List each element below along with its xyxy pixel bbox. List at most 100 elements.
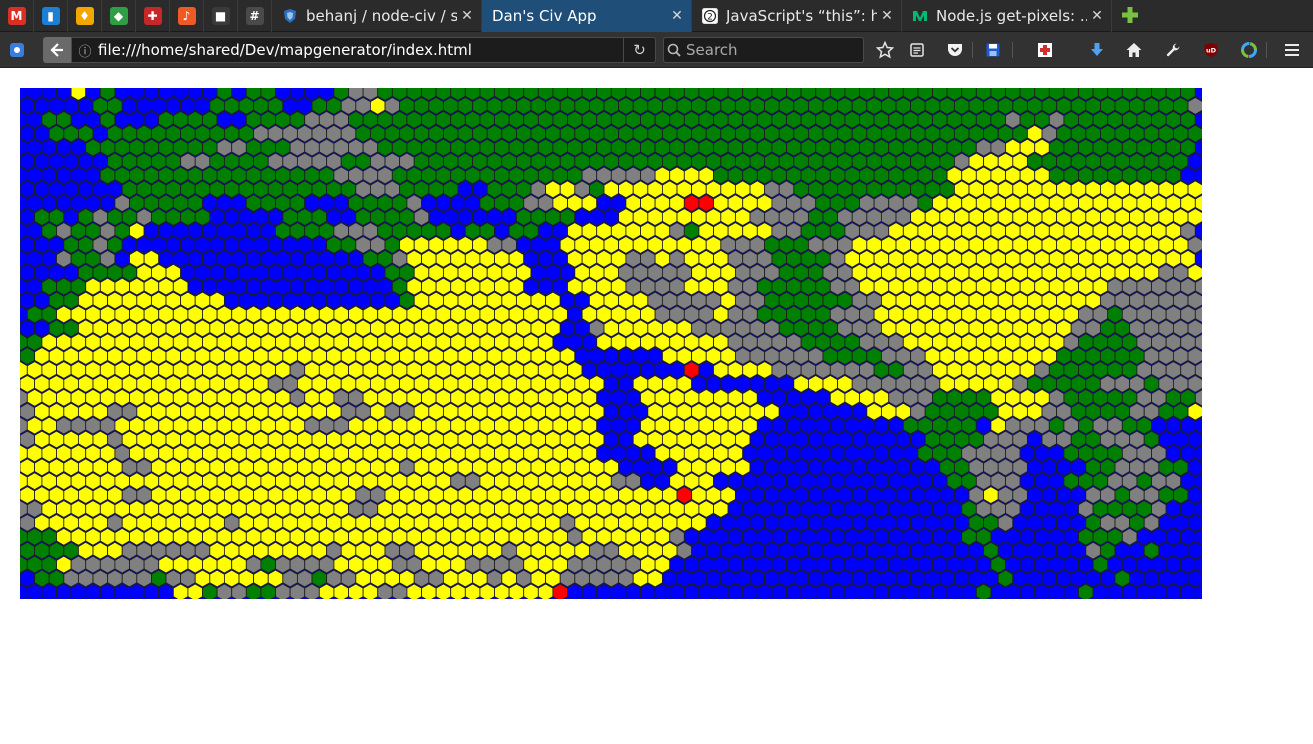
desert-hex[interactable] [282,319,298,338]
grassland-hex[interactable] [1136,472,1152,491]
water-hex[interactable] [618,402,634,421]
desert-hex[interactable] [413,541,430,560]
water-hex[interactable] [735,541,751,560]
desert-hex[interactable] [662,402,678,421]
grassland-hex[interactable] [340,180,357,199]
desert-hex[interactable] [939,319,955,338]
hills-hex[interactable] [501,236,517,254]
hills-hex[interactable] [968,458,984,477]
grassland-hex[interactable] [654,110,671,129]
hills-hex[interactable] [1056,430,1072,449]
grassland-hex[interactable] [1107,500,1123,518]
grassland-hex[interactable] [224,97,240,115]
desert-hex[interactable] [552,555,568,574]
desert-hex[interactable] [610,527,627,546]
grassland-hex[interactable] [983,514,999,532]
grassland-hex[interactable] [275,194,291,213]
desert-hex[interactable] [1151,194,1167,213]
grassland-hex[interactable] [815,194,831,213]
grassland-hex[interactable] [829,138,846,157]
grassland-hex[interactable] [457,124,473,143]
grassland-hex[interactable] [902,416,919,435]
hills-hex[interactable] [1151,388,1167,407]
desert-hex[interactable] [647,486,663,504]
desert-hex[interactable] [530,458,546,477]
water-hex[interactable] [786,500,802,518]
desert-hex[interactable] [654,555,671,574]
city-hex[interactable] [683,361,700,379]
desert-hex[interactable] [472,458,488,477]
grassland-hex[interactable] [501,152,517,171]
grassland-hex[interactable] [450,138,466,157]
grassland-hex[interactable] [443,97,459,115]
water-hex[interactable] [260,277,276,296]
grassland-hex[interactable] [735,124,751,143]
desert-hex[interactable] [501,291,517,310]
desert-hex[interactable] [1012,347,1028,365]
desert-hex[interactable] [457,236,473,254]
hills-hex[interactable] [902,194,919,213]
desert-hex[interactable] [289,472,306,491]
grassland-hex[interactable] [808,208,824,226]
grassland-hex[interactable] [1158,124,1174,143]
tab-close-button[interactable]: ✕ [1087,8,1107,24]
water-hex[interactable] [567,583,583,599]
water-hex[interactable] [1187,152,1202,171]
water-hex[interactable] [209,263,225,282]
desert-hex[interactable] [603,514,619,532]
hills-hex[interactable] [654,277,671,296]
grassland-hex[interactable] [888,166,904,185]
hills-hex[interactable] [282,124,298,143]
desert-hex[interactable] [180,375,196,393]
hills-hex[interactable] [377,583,393,599]
desert-hex[interactable] [486,347,503,365]
desert-hex[interactable] [267,347,284,365]
desert-hex[interactable] [209,541,225,560]
hills-hex[interactable] [1019,416,1036,435]
desert-hex[interactable] [1187,263,1202,282]
grassland-hex[interactable] [370,208,386,226]
hills-hex[interactable] [1100,291,1116,310]
desert-hex[interactable] [63,375,79,393]
grassland-hex[interactable] [1092,444,1109,463]
desert-hex[interactable] [457,430,473,449]
grassland-hex[interactable] [1143,430,1160,449]
desert-hex[interactable] [1129,208,1145,226]
water-hex[interactable] [691,541,707,560]
water-hex[interactable] [596,361,612,379]
grassland-hex[interactable] [662,152,678,171]
grassland-hex[interactable] [516,180,532,199]
grassland-hex[interactable] [932,416,948,435]
water-hex[interactable] [837,430,853,449]
desert-hex[interactable] [384,569,400,588]
grassland-hex[interactable] [1092,138,1109,157]
grassland-hex[interactable] [822,291,838,310]
desert-hex[interactable] [494,444,510,463]
hills-hex[interactable] [669,222,685,240]
water-hex[interactable] [245,222,262,240]
water-hex[interactable] [815,388,831,407]
water-hex[interactable] [1019,444,1036,463]
desert-hex[interactable] [1165,222,1182,240]
desert-hex[interactable] [326,458,342,477]
desert-hex[interactable] [216,472,233,491]
desert-hex[interactable] [530,569,546,588]
grassland-hex[interactable] [764,236,780,254]
hills-hex[interactable] [355,180,371,199]
grassland-hex[interactable] [362,110,379,129]
desert-hex[interactable] [413,319,430,338]
desert-hex[interactable] [567,500,583,518]
grassland-hex[interactable] [975,527,992,546]
grassland-hex[interactable] [1136,416,1152,435]
grassland-hex[interactable] [961,110,977,129]
hills-hex[interactable] [1005,500,1021,518]
hills-hex[interactable] [727,249,744,268]
desert-hex[interactable] [859,388,875,407]
water-hex[interactable] [771,500,787,518]
grassland-hex[interactable] [508,166,525,185]
desert-hex[interactable] [567,249,583,268]
grassland-hex[interactable] [1129,347,1145,365]
desert-hex[interactable] [946,277,963,296]
grassland-hex[interactable] [464,138,481,157]
grassland-hex[interactable] [1121,500,1138,518]
